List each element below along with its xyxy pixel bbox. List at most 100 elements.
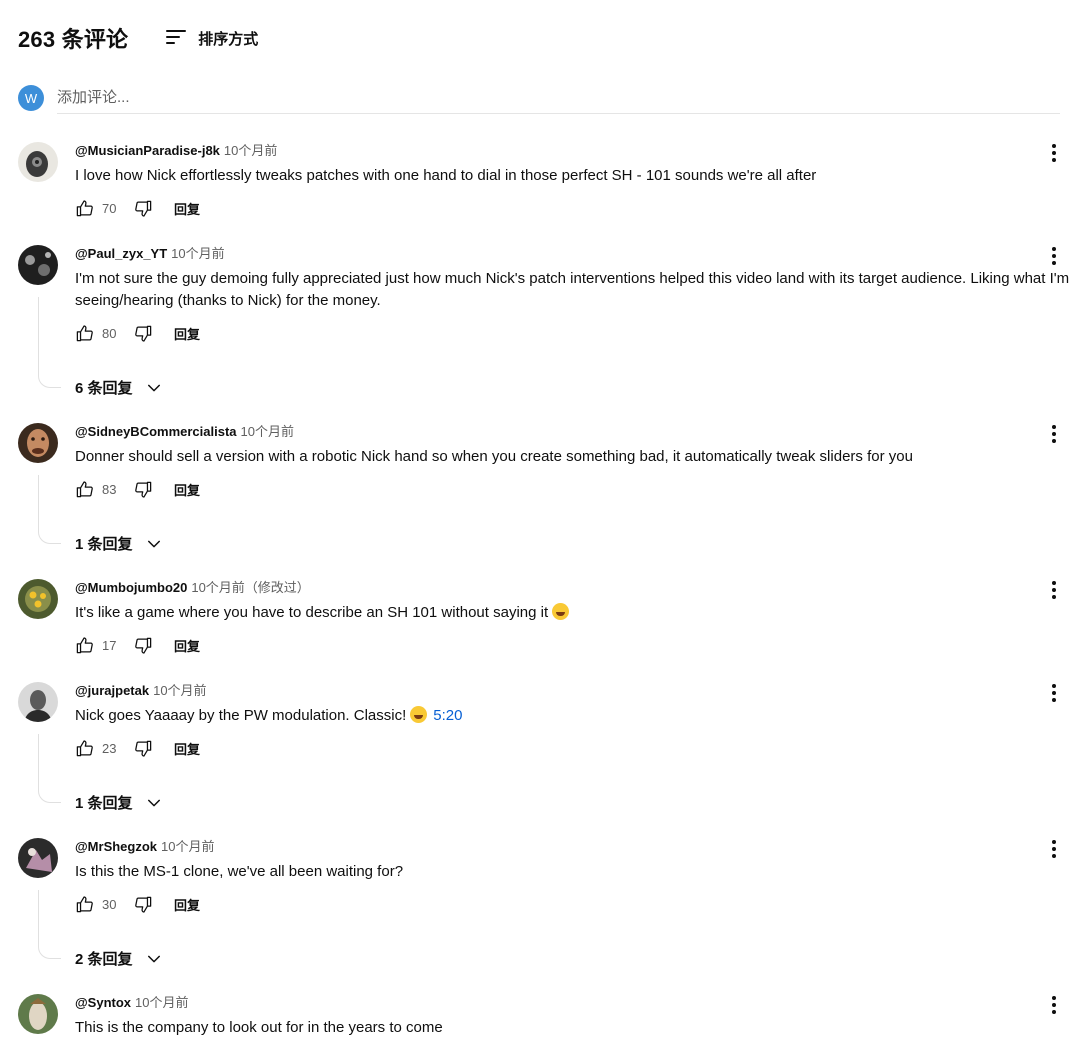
sort-button[interactable]: 排序方式: [164, 26, 258, 50]
laughing-emoji-icon: [552, 603, 570, 620]
author-name[interactable]: @Paul_zyx_YT: [75, 246, 167, 261]
comment-time[interactable]: 10个月前: [171, 246, 224, 261]
comment-actions: 23 回复: [75, 737, 1080, 759]
avatar[interactable]: [18, 142, 58, 182]
author-name[interactable]: @Syntox: [75, 995, 131, 1010]
comment-text: Is this the MS-1 clone, we've all been w…: [75, 863, 404, 880]
comment-actions: 83 回复: [75, 478, 1080, 500]
avatar[interactable]: [18, 838, 58, 878]
my-avatar: W: [18, 85, 44, 111]
author-name[interactable]: @jurajpetak: [75, 683, 149, 698]
avatar[interactable]: [18, 423, 58, 463]
chevron-down-icon: [145, 535, 163, 553]
chevron-down-icon: [145, 794, 163, 812]
comment-thread: @Mumbojumbo20 10个月前（修改过） It's like a game…: [18, 579, 1080, 659]
sort-icon: [166, 30, 187, 44]
add-comment-row: W: [18, 82, 1060, 114]
more-vert-icon[interactable]: [1044, 682, 1064, 704]
avatar[interactable]: [18, 682, 58, 722]
add-comment-input[interactable]: [57, 82, 1060, 114]
avatar[interactable]: [18, 994, 58, 1034]
comment-text: This is the company to look out for in t…: [75, 1019, 443, 1036]
comment-thread: @MrShegzok 10个月前 Is this the MS-1 clone, …: [18, 838, 1080, 978]
comment-text-content: Nick goes Yaaaay by the PW modulation. C…: [75, 707, 407, 724]
thumbs-up-icon[interactable]: [75, 739, 94, 758]
thumbs-down-icon[interactable]: [134, 324, 153, 343]
comment-text-content: It's like a game where you have to descr…: [75, 604, 549, 621]
more-vert-icon[interactable]: [1044, 838, 1064, 860]
comment-time[interactable]: 10个月前: [153, 683, 206, 698]
comment-body: @SidneyBCommercialista 10个月前 Donner shoul…: [75, 423, 1080, 500]
comment-text: I love how Nick effortlessly tweaks patc…: [75, 167, 817, 184]
more-vert-icon[interactable]: [1044, 579, 1064, 601]
replies-count-label: 1 条回复: [75, 536, 133, 553]
thumbs-up-icon[interactable]: [75, 199, 94, 218]
more-vert-icon[interactable]: [1044, 142, 1064, 164]
timestamp-link[interactable]: 5:20: [433, 707, 462, 724]
comment-time[interactable]: 10个月前: [224, 143, 277, 158]
comment-text: I'm not sure the guy demoing fully appre…: [75, 270, 1070, 309]
replies-count-label: 1 条回复: [75, 795, 133, 812]
view-replies-button[interactable]: 1 条回复: [75, 533, 163, 554]
thumbs-down-icon[interactable]: [134, 199, 153, 218]
comment-body: @Syntox 10个月前 This is the company to look…: [75, 994, 1080, 1039]
author-name[interactable]: @SidneyBCommercialista: [75, 424, 237, 439]
thumbs-up-icon[interactable]: [75, 324, 94, 343]
thread-line: [38, 475, 61, 544]
reply-button[interactable]: 回复: [174, 636, 200, 655]
avatar[interactable]: [18, 245, 58, 285]
reply-button[interactable]: 回复: [174, 895, 200, 914]
like-count: 83: [102, 481, 117, 497]
thread-line: [38, 890, 61, 959]
comment-thread: @MusicianParadise-j8k 10个月前 I love how Ni…: [18, 142, 1080, 222]
author-name[interactable]: @MrShegzok: [75, 839, 157, 854]
thumbs-down-icon[interactable]: [134, 739, 153, 758]
comment-meta: @Paul_zyx_YT 10个月前: [75, 245, 1080, 263]
avatar[interactable]: [18, 579, 58, 619]
comment-thread: @Paul_zyx_YT 10个月前 I'm not sure the guy d…: [18, 245, 1080, 405]
reply-button[interactable]: 回复: [174, 739, 200, 758]
comment-meta: @Mumbojumbo20 10个月前（修改过）: [75, 579, 1080, 597]
comment-meta: @Syntox 10个月前: [75, 994, 1080, 1012]
thumbs-down-icon[interactable]: [134, 480, 153, 499]
thumbs-up-icon[interactable]: [75, 636, 94, 655]
comment-body: @MusicianParadise-j8k 10个月前 I love how Ni…: [75, 142, 1080, 219]
comment-time[interactable]: 10个月前: [241, 424, 294, 439]
author-name[interactable]: @MusicianParadise-j8k: [75, 143, 220, 158]
author-name[interactable]: @Mumbojumbo20: [75, 580, 187, 595]
more-vert-icon[interactable]: [1044, 245, 1064, 267]
comment-body: @jurajpetak 10个月前 Nick goes Yaaaay by the…: [75, 682, 1080, 759]
comment-text: Nick goes Yaaaay by the PW modulation. C…: [75, 705, 1080, 727]
thumbs-up-icon[interactable]: [75, 480, 94, 499]
chevron-down-icon: [145, 950, 163, 968]
view-replies-button[interactable]: 2 条回复: [75, 948, 163, 969]
comment-time[interactable]: 10个月前（修改过）: [191, 580, 309, 595]
comment-actions: 17 回复: [75, 634, 1080, 656]
thumbs-up-icon[interactable]: [75, 895, 94, 914]
comment-thread: @Syntox 10个月前 This is the company to look…: [18, 994, 1080, 1058]
thumbs-down-icon[interactable]: [134, 895, 153, 914]
like-count: 30: [102, 896, 117, 912]
thumbs-down-icon[interactable]: [134, 636, 153, 655]
comment-text: It's like a game where you have to descr…: [75, 602, 1080, 624]
comment-thread: @SidneyBCommercialista 10个月前 Donner shoul…: [18, 423, 1080, 563]
thread-line: [38, 297, 61, 388]
chevron-down-icon: [145, 379, 163, 397]
more-vert-icon[interactable]: [1044, 423, 1064, 445]
comment-time[interactable]: 10个月前: [161, 839, 214, 854]
comment-time[interactable]: 10个月前: [135, 995, 188, 1010]
thread-line: [38, 734, 61, 803]
comment-body: @Mumbojumbo20 10个月前（修改过） It's like a game…: [75, 579, 1080, 656]
comment-actions: 70 回复: [75, 197, 1080, 219]
like-count: 23: [102, 740, 117, 756]
like-count: 80: [102, 325, 117, 341]
comment-meta: @SidneyBCommercialista 10个月前: [75, 423, 1080, 441]
view-replies-button[interactable]: 1 条回复: [75, 792, 163, 813]
comment-meta: @MusicianParadise-j8k 10个月前: [75, 142, 1080, 160]
reply-button[interactable]: 回复: [174, 324, 200, 343]
reply-button[interactable]: 回复: [174, 199, 200, 218]
view-replies-button[interactable]: 6 条回复: [75, 377, 163, 398]
replies-count-label: 6 条回复: [75, 380, 133, 397]
reply-button[interactable]: 回复: [174, 480, 200, 499]
more-vert-icon[interactable]: [1044, 994, 1064, 1016]
